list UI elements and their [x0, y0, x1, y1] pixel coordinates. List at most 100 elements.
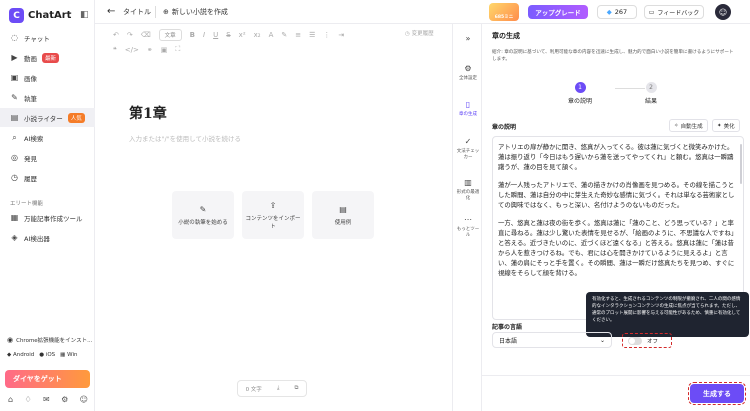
language-select[interactable]: 日本語 ⌄	[492, 332, 612, 348]
feedback-icon: ▭	[648, 8, 655, 16]
start-writing-card[interactable]: ✎ 小説の執筆を始める	[172, 191, 234, 239]
chevron-down-icon: ⌄	[599, 336, 605, 344]
magic-icon: ✦	[717, 122, 722, 129]
highlight-icon[interactable]: ✎	[281, 31, 287, 39]
promo-badge[interactable]: 685ミニ	[489, 3, 519, 21]
sidebar-item-image[interactable]: ▣ 画像	[0, 68, 95, 87]
style-select[interactable]: 文章	[158, 29, 182, 41]
paragraph: アトリエの扉が静かに開き、悠真が入ってくる。彼は蓮に気づくと微笑みかけた。蓮は振…	[498, 143, 734, 171]
avatar[interactable]: ☺	[715, 4, 731, 20]
new-novel-button[interactable]: ⊕ 新しい小説を作成	[163, 7, 228, 17]
platform-windows[interactable]: ▦ Win	[60, 352, 77, 358]
chat-icon: ◌	[11, 33, 18, 42]
history-icon: ◷	[405, 31, 410, 37]
link-icon[interactable]: ⚭	[147, 46, 153, 54]
home-icon[interactable]: ⌂	[8, 395, 13, 404]
examples-card[interactable]: ▤ 使用例	[312, 191, 374, 239]
copy-icon[interactable]: ⧉	[295, 385, 299, 392]
sparkle-icon: ✧	[674, 122, 679, 129]
gift-icon[interactable]: ♢	[24, 395, 31, 404]
code-icon[interactable]: </>	[125, 46, 139, 54]
change-history-link[interactable]: ◷ 変更履歴	[405, 29, 434, 37]
editor-placeholder[interactable]: 入力または"/"を使用して小説を続ける	[129, 133, 241, 143]
user-icon[interactable]: ☺	[80, 395, 88, 404]
platform-ios[interactable]: ● iOS	[39, 352, 55, 358]
emotion-mode-toggle[interactable]: オフ	[622, 333, 672, 348]
sidebar-item-chat[interactable]: ◌ チャット	[0, 28, 95, 47]
collapse-sidebar-icon[interactable]: ◧	[80, 10, 89, 20]
underline-icon[interactable]: U	[213, 31, 218, 39]
list-icon[interactable]: ☰	[309, 31, 315, 39]
strikethrough-icon[interactable]: S	[226, 31, 230, 39]
import-content-card[interactable]: ⇪ コンテンツをインポート	[242, 191, 304, 239]
download-icon[interactable]: ⤓	[277, 385, 279, 392]
tool-format-optimize[interactable]: ▥ 形式の最適化	[453, 178, 483, 201]
word-count-bar: 0 文字 ⤓ ⧉	[237, 380, 307, 397]
tool-grammar-checker[interactable]: ✓ 文法チェッカー	[453, 137, 483, 160]
sidebar-item-history[interactable]: ◷ 履歴	[0, 168, 95, 187]
step-1: 1 章の説明	[568, 82, 593, 105]
windows-icon: ▦	[60, 352, 66, 358]
ordered-list-icon[interactable]: ⋮	[323, 31, 330, 39]
image-icon[interactable]: ▣	[161, 46, 168, 54]
chapter-desc-label: 章の説明	[492, 124, 517, 131]
sidebar-item-ai-search[interactable]: ⌕ AI検索	[0, 128, 95, 147]
generate-button[interactable]: 生成する	[688, 382, 746, 405]
sidebar-item-discover[interactable]: ◎ 発見	[0, 148, 95, 167]
chrome-extension-link[interactable]: ◉ Chrome拡張機能をインスト...	[7, 336, 92, 344]
search-icon: ⌕	[12, 133, 17, 142]
clear-format-icon[interactable]: ⌫	[141, 31, 151, 39]
divider	[482, 375, 750, 376]
app-name: ChatArt	[28, 10, 72, 21]
upgrade-button[interactable]: アップグレード	[528, 5, 588, 19]
settings-icon: ⚙	[464, 64, 472, 73]
feedback-button[interactable]: ▭ フィードバック	[644, 5, 704, 19]
gem-balance[interactable]: ◆ 267	[597, 5, 637, 19]
beautify-button[interactable]: ✦ 美化	[712, 119, 740, 132]
back-arrow-icon[interactable]: ←	[107, 6, 115, 17]
tool-global-settings[interactable]: ⚙ 全体設定	[453, 64, 483, 81]
chapter-generation-panel: 章の生成 紹介: 章の説明に基づいて、利用可能な章の内容を迅速に生成し、魅力的で…	[482, 24, 750, 411]
chapter-heading[interactable]: 第1章	[129, 103, 167, 123]
elite-section-label: エリート機能	[10, 201, 44, 207]
document-title[interactable]: タイトル	[123, 7, 151, 17]
settings-icon[interactable]: ⚙	[61, 395, 68, 404]
app-logo[interactable]: C ChatArt	[9, 8, 71, 23]
chrome-icon: ◉	[7, 336, 14, 344]
mail-icon[interactable]: ✉	[43, 395, 50, 404]
platform-android[interactable]: ◆ Android	[7, 352, 34, 358]
sidebar-item-video[interactable]: ▶ 動画 最新	[0, 48, 95, 67]
bold-icon[interactable]: B	[190, 31, 195, 39]
sidebar-item-writing[interactable]: ✎ 執筆	[0, 88, 95, 107]
text-color-icon[interactable]: A	[269, 31, 274, 39]
get-diamonds-button[interactable]: ダイヤをゲット	[5, 370, 90, 388]
tool-more[interactable]: ⋯ もっとツール	[453, 215, 483, 238]
auto-generate-button[interactable]: ✧ 自動生成	[669, 119, 708, 132]
collapse-panel-icon[interactable]: »	[453, 34, 483, 43]
quote-icon[interactable]: ❝	[113, 46, 117, 54]
superscript-icon[interactable]: x²	[239, 31, 246, 39]
language-label: 記事の言語	[492, 324, 523, 331]
undo-icon[interactable]: ↶	[113, 31, 119, 39]
tool-chapter-generation[interactable]: ▯ 章の生成	[453, 100, 483, 117]
redo-icon[interactable]: ↷	[127, 31, 133, 39]
italic-icon[interactable]: I	[203, 31, 205, 39]
book-open-icon: ▯	[465, 100, 471, 109]
align-icon[interactable]: ≡	[295, 31, 301, 39]
sidebar-bottom-icons: ⌂ ♢ ✉ ⚙ ☺	[8, 395, 88, 404]
sidebar-item-ai-detector[interactable]: ◈ AI検出器	[0, 228, 95, 247]
history-icon: ◷	[11, 173, 18, 182]
subscript-icon[interactable]: x₂	[254, 31, 261, 39]
pencil-icon: ✎	[199, 204, 207, 214]
textarea-scrollbar[interactable]	[740, 144, 742, 184]
toggle-switch	[628, 336, 642, 345]
sidebar-item-novel-writer[interactable]: ▤ 小説ライター 人気	[0, 108, 95, 127]
fullscreen-icon[interactable]: ⛶	[175, 45, 180, 54]
document-icon: ▤	[339, 204, 347, 214]
detector-icon: ◈	[11, 233, 18, 242]
android-icon: ◆	[7, 352, 12, 358]
sidebar-item-article-tool[interactable]: ▦ 万能記事作成ツール	[0, 208, 95, 227]
word-count: 0 文字	[245, 386, 262, 393]
indent-icon[interactable]: ⇥	[338, 31, 344, 39]
top-bar: ← タイトル ⊕ 新しい小説を作成 685ミニ アップグレード ◆ 267 ▭ …	[95, 0, 750, 24]
